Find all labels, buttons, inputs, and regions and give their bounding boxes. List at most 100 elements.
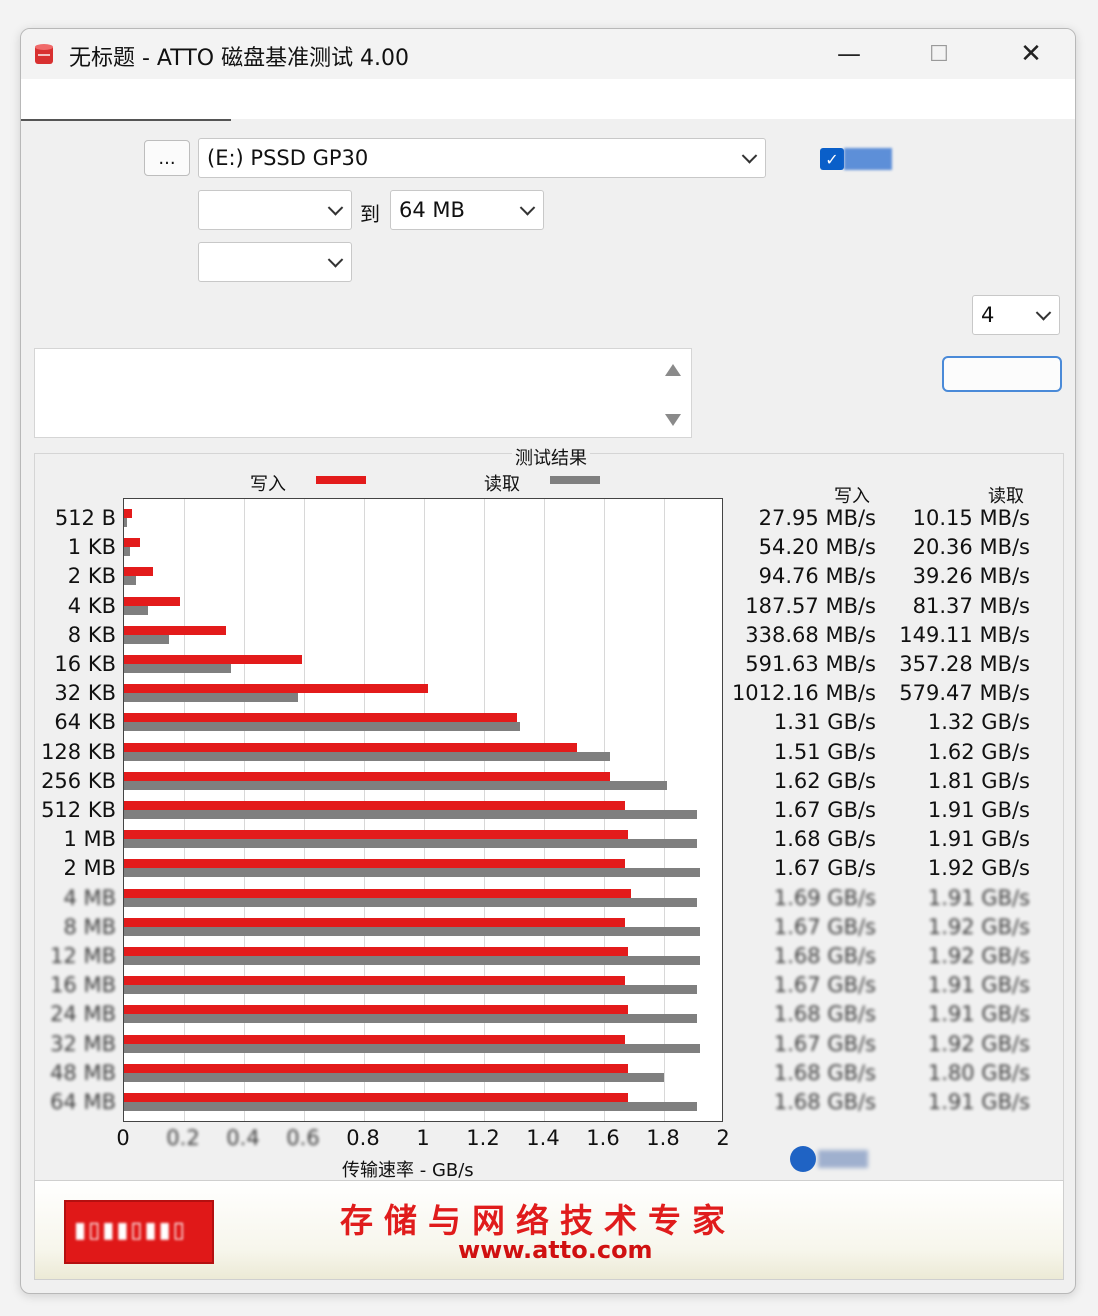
y-axis-label: 4 MB [63, 885, 116, 910]
write-value: 1012.16 MB/s [731, 681, 876, 706]
write-value: 1.62 GB/s [773, 768, 876, 793]
y-axis-label: 1 KB [67, 535, 116, 560]
io-size-to-value: 64 MB [399, 198, 465, 222]
read-bar [124, 780, 667, 790]
menu-bar [21, 79, 1075, 121]
read-value: 81.37 MB/s [912, 593, 1030, 618]
read-value: 1.92 GB/s [927, 856, 1030, 881]
read-bar [124, 1043, 700, 1053]
y-axis-label: 256 KB [41, 768, 116, 793]
chevron-down-icon [327, 252, 344, 268]
read-bar [124, 1102, 697, 1111]
read-bar [124, 518, 127, 527]
y-axis-label: 32 KB [54, 681, 116, 706]
write-value: 1.51 GB/s [773, 739, 876, 764]
read-value: 39.26 MB/s [912, 564, 1030, 589]
write-bar [124, 947, 628, 956]
write-value: 1.67 GB/s [773, 914, 876, 939]
window-title: 无标题 - ATTO 磁盘基准测试 4.00 [69, 46, 410, 71]
x-axis-tick: 0 [116, 1126, 130, 1150]
chevron-down-icon [1035, 305, 1052, 321]
y-axis-label: 48 MB [50, 1060, 116, 1085]
scroll-up-icon[interactable] [665, 364, 681, 376]
write-bar [124, 713, 517, 723]
write-bar [124, 859, 625, 869]
read-value: 1.92 GB/s [927, 944, 1030, 968]
chart-plot-area [123, 498, 723, 1122]
write-value: 1.31 GB/s [773, 710, 876, 735]
write-bar [124, 830, 628, 840]
x-axis-tick: 1 [416, 1126, 430, 1150]
results-title: 测试结果 [512, 444, 590, 470]
units-radio-label [818, 1150, 868, 1168]
minimize-button[interactable]: — [829, 37, 869, 71]
scroll-down-icon[interactable] [665, 414, 681, 426]
x-axis-tick: 1.4 [526, 1126, 560, 1150]
to-label: 到 [360, 202, 380, 226]
y-axis-label: 24 MB [50, 1002, 116, 1027]
maximize-button[interactable]: ☐ [919, 37, 959, 71]
queue-depth-select[interactable]: 4 [972, 295, 1060, 335]
y-axis-label: 1 MB [63, 827, 116, 852]
read-value: 1.91 GB/s [927, 973, 1030, 998]
close-button[interactable]: ✕ [1011, 37, 1051, 71]
write-bar [124, 1093, 628, 1102]
read-bar [124, 985, 697, 995]
write-bar [124, 509, 133, 518]
write-bar [124, 917, 625, 927]
write-bar [124, 1034, 625, 1044]
write-bar [124, 801, 625, 810]
write-bar [124, 742, 577, 752]
write-bar [124, 1063, 628, 1073]
write-bar [124, 976, 625, 986]
atto-logo-glyphs: ▮▯▮▮▯▮▮▯ [74, 1218, 187, 1243]
y-axis-label: 64 MB [50, 1090, 116, 1114]
write-value: 27.95 MB/s [758, 506, 876, 530]
read-bar [124, 839, 697, 849]
browse-button[interactable]: ... [144, 140, 190, 176]
read-value: 1.91 GB/s [927, 798, 1030, 822]
read-bar [124, 1014, 697, 1024]
write-bar [124, 684, 428, 694]
io-size-from-select[interactable] [198, 190, 352, 230]
write-value: 187.57 MB/s [745, 593, 876, 618]
chevron-down-icon [519, 200, 536, 216]
check-icon: ✓ [825, 149, 839, 169]
units-radio-button[interactable] [790, 1146, 816, 1172]
write-bar [124, 771, 610, 781]
read-bar [124, 547, 130, 557]
write-value: 1.69 GB/s [773, 885, 876, 910]
option-checkbox[interactable]: ✓ [820, 148, 844, 170]
read-value: 1.81 GB/s [927, 768, 1030, 793]
write-bar [124, 567, 153, 577]
write-value: 1.68 GB/s [773, 1090, 876, 1114]
y-axis-label: 8 KB [67, 622, 116, 647]
write-bar [124, 538, 141, 548]
read-column-header: 读取 [988, 486, 1024, 507]
read-bar [124, 868, 700, 878]
y-axis-label: 512 B [54, 506, 116, 530]
read-value: 1.92 GB/s [927, 914, 1030, 939]
y-axis-label: 512 KB [41, 798, 116, 822]
file-size-select[interactable] [198, 242, 352, 282]
y-axis-label: 2 KB [67, 564, 116, 589]
read-value: 579.47 MB/s [899, 681, 1030, 706]
read-bar [124, 634, 169, 644]
y-axis-label: 4 KB [67, 593, 116, 618]
io-size-to-select[interactable]: 64 MB [390, 190, 544, 230]
write-value: 1.67 GB/s [773, 856, 876, 881]
banner-slogan: 存储与网络技术专家 [340, 1201, 736, 1240]
legend-write-swatch [316, 476, 366, 484]
write-value: 1.68 GB/s [773, 1002, 876, 1027]
write-value: 1.67 GB/s [773, 1031, 876, 1056]
write-bar [124, 625, 226, 635]
banner-url[interactable]: www.atto.com [458, 1236, 653, 1264]
write-value: 94.76 MB/s [758, 564, 876, 589]
read-value: 20.36 MB/s [912, 535, 1030, 560]
write-value: 54.20 MB/s [758, 535, 876, 560]
read-value: 1.32 GB/s [927, 710, 1030, 735]
read-value: 10.15 MB/s [912, 506, 1030, 530]
start-button[interactable] [942, 356, 1062, 392]
description-box[interactable] [34, 348, 692, 438]
drive-select[interactable]: (E:) PSSD GP30 [198, 138, 766, 178]
